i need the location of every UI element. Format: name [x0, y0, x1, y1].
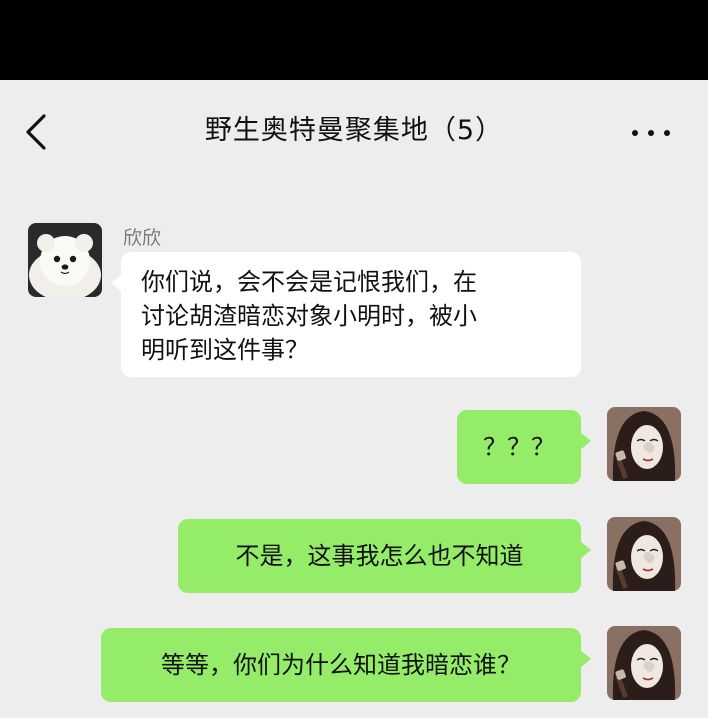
girl-avatar — [607, 407, 681, 481]
message-bubble-received[interactable]: 你们说，会不会是记恨我们，在 讨论胡渣暗恋对象小明时，被小 明听到这件事？ — [111, 252, 581, 377]
message-text: 等等，你们为什么知道我暗恋谁？ — [161, 651, 521, 679]
girl-avatar — [607, 517, 681, 591]
message-text: 不是，这事我怎么也不知道 — [235, 542, 524, 570]
message-line: 明听到这件事？ — [141, 336, 309, 364]
girl-avatar — [607, 626, 681, 700]
my-avatar[interactable] — [607, 407, 681, 481]
message-line: 讨论胡渣暗恋对象小明时，被小 — [141, 302, 477, 330]
message-bubble-sent[interactable]: ？？？ — [457, 410, 591, 484]
sender-name: 欣欣 — [123, 227, 162, 249]
my-avatar[interactable] — [607, 626, 681, 700]
message-text: ？？？ — [483, 433, 555, 461]
message-bubble-sent[interactable]: 不是，这事我怎么也不知道 — [178, 519, 591, 593]
chat-title: 野生奥特曼聚集地（5） — [204, 115, 504, 146]
chat-screen: 野生奥特曼聚集地（5） 欣欣 你们说，会不会是记恨我们，在 讨论胡渣暗恋对象小明… — [0, 80, 708, 718]
top-black-band — [0, 0, 708, 80]
more-options-button[interactable] — [626, 120, 676, 144]
my-avatar[interactable] — [607, 517, 681, 591]
chat-header: 野生奥特曼聚集地（5） — [0, 80, 708, 180]
message-bubble-sent[interactable]: 等等，你们为什么知道我暗恋谁？ — [101, 628, 591, 702]
more-horizontal-icon — [632, 130, 638, 136]
message-line: 你们说，会不会是记恨我们，在 — [141, 268, 477, 296]
sender-avatar[interactable] — [28, 223, 102, 297]
white-dog-avatar — [28, 223, 102, 297]
